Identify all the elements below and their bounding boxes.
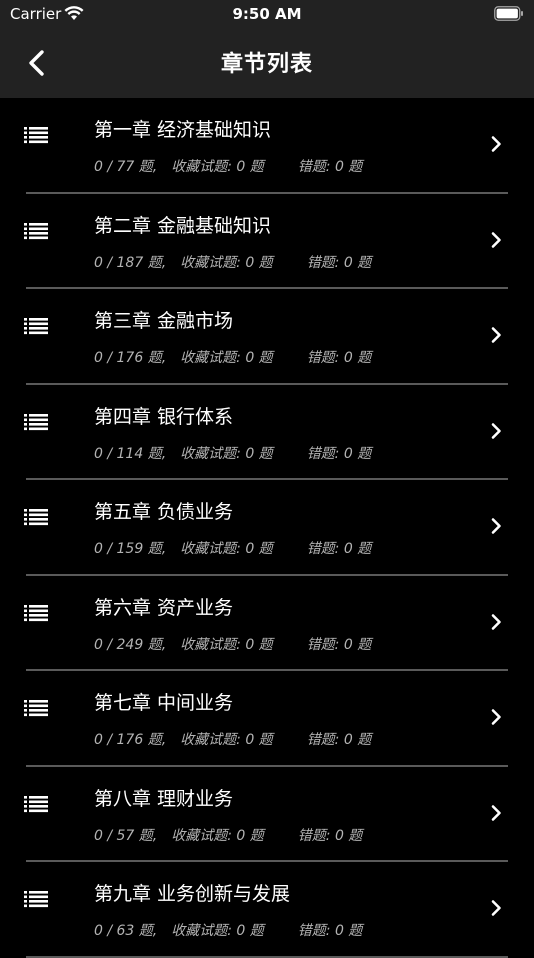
chapter-favorites: 收藏试题: 0 题 bbox=[180, 732, 273, 748]
chapter-favorites: 收藏试题: 0 题 bbox=[180, 541, 273, 557]
chapter-item-3[interactable]: 第三章 金融市场 0 / 176 题, 收藏试题: 0 题 错题: 0 题 bbox=[0, 289, 534, 385]
chapter-errors: 错题: 0 题 bbox=[306, 350, 372, 366]
list-icon bbox=[24, 413, 48, 435]
chapter-title: 第七章 中间业务 bbox=[94, 692, 234, 714]
list-icon bbox=[24, 317, 48, 339]
chapter-item-2[interactable]: 第二章 金融基础知识 0 / 187 题, 收藏试题: 0 题 错题: 0 题 bbox=[0, 194, 534, 289]
chevron-right-icon bbox=[490, 613, 502, 635]
chapter-errors: 错题: 0 题 bbox=[306, 636, 372, 653]
chapter-errors: 错题: 0 题 bbox=[297, 923, 363, 939]
list-icon bbox=[24, 890, 48, 912]
chevron-right-icon bbox=[490, 804, 502, 826]
chevron-right-icon bbox=[490, 231, 502, 253]
chapter-favorites: 收藏试题: 0 题 bbox=[171, 827, 264, 844]
chapter-title: 第四章 银行体系 bbox=[94, 405, 234, 428]
chapter-stats: 0 / 114 题, 收藏试题: 0 题 错题: 0 题 bbox=[94, 443, 371, 463]
clock-label: 9:50 AM bbox=[232, 5, 302, 23]
battery-icon bbox=[494, 6, 524, 25]
chapter-errors: 错题: 0 题 bbox=[297, 159, 363, 175]
navigation-bar: 章节列表 bbox=[0, 28, 534, 98]
chapter-errors: 错题: 0 题 bbox=[297, 827, 363, 844]
chapter-item-8[interactable]: 第八章 理财业务 0 / 57 题, 收藏试题: 0 题 错题: 0 题 bbox=[0, 767, 534, 862]
chapter-progress: 0 / 77 题, bbox=[94, 159, 158, 175]
chapter-item-5[interactable]: 第五章 负债业务 0 / 159 题, 收藏试题: 0 题 错题: 0 题 bbox=[0, 480, 534, 576]
list-icon bbox=[24, 508, 48, 530]
chapter-progress: 0 / 57 题, bbox=[94, 827, 158, 844]
list-icon bbox=[24, 699, 48, 721]
chapter-favorites: 收藏试题: 0 题 bbox=[180, 254, 273, 271]
chapter-stats: 0 / 176 题, 收藏试题: 0 题 错题: 0 题 bbox=[94, 729, 371, 749]
list-icon bbox=[24, 222, 48, 244]
chapter-progress: 0 / 176 题, bbox=[94, 350, 167, 366]
chapter-title: 第五章 负债业务 bbox=[94, 501, 234, 523]
chapter-title: 第一章 经济基础知识 bbox=[94, 119, 272, 141]
chevron-right-icon bbox=[490, 422, 502, 444]
chevron-right-icon bbox=[490, 708, 502, 730]
chapter-stats: 0 / 176 题, 收藏试题: 0 题 错题: 0 题 bbox=[94, 347, 371, 367]
chevron-right-icon bbox=[490, 517, 502, 539]
chapter-stats: 0 / 159 题, 收藏试题: 0 题 错题: 0 题 bbox=[94, 538, 371, 558]
chapter-stats: 0 / 63 题, 收藏试题: 0 题 错题: 0 题 bbox=[94, 920, 362, 940]
chapter-stats: 0 / 77 题, 收藏试题: 0 题 错题: 0 题 bbox=[94, 156, 362, 176]
chapter-title: 第九章 业务创新与发展 bbox=[94, 883, 291, 905]
chapter-errors: 错题: 0 题 bbox=[306, 445, 372, 462]
chapter-stats: 0 / 57 题, 收藏试题: 0 题 错题: 0 题 bbox=[94, 825, 362, 845]
chapter-progress: 0 / 176 题, bbox=[94, 732, 167, 748]
chapter-favorites: 收藏试题: 0 题 bbox=[180, 445, 273, 462]
chapter-errors: 错题: 0 题 bbox=[306, 541, 372, 557]
chevron-right-icon bbox=[490, 326, 502, 348]
chapter-favorites: 收藏试题: 0 题 bbox=[171, 923, 264, 939]
chapter-favorites: 收藏试题: 0 题 bbox=[171, 159, 264, 175]
chapter-errors: 错题: 0 题 bbox=[306, 732, 372, 748]
list-icon bbox=[24, 126, 48, 148]
chapter-progress: 0 / 187 题, bbox=[94, 254, 167, 271]
chevron-right-icon bbox=[490, 135, 502, 157]
chapter-list: 第一章 经济基础知识 0 / 77 题, 收藏试题: 0 题错题: 0 题 第二章… bbox=[0, 98, 534, 958]
chapter-stats: 0 / 187 题, 收藏试题: 0 题 错题: 0 题 bbox=[94, 252, 371, 272]
chapter-progress: 0 / 63 题, bbox=[94, 923, 158, 939]
chapter-favorites: 收藏试题: 0 题 bbox=[180, 636, 273, 653]
list-icon bbox=[24, 604, 48, 626]
page-title: 章节列表 bbox=[220, 52, 313, 77]
chapter-errors: 错题: 0 题 bbox=[306, 254, 372, 271]
chapter-item-1[interactable]: 第一章 经济基础知识 0 / 77 题, 收藏试题: 0 题 错题: 0 题 bbox=[0, 98, 534, 194]
chapter-progress: 0 / 114 题, bbox=[94, 445, 167, 462]
chapter-item-6[interactable]: 第六章 资产业务 0 / 249 题, 收藏试题: 0 题 错题: 0 题 bbox=[0, 576, 534, 671]
chapter-title: 第六章 资产业务 bbox=[94, 596, 234, 619]
chevron-right-icon bbox=[490, 899, 502, 921]
chapter-title: 第二章 金融基础知识 bbox=[94, 214, 272, 237]
chapter-title: 第八章 理财业务 bbox=[94, 787, 234, 810]
chapter-progress: 0 / 159 题, bbox=[94, 541, 167, 557]
chapter-title: 第三章 金融市场 bbox=[94, 310, 234, 332]
chapter-progress: 0 / 249 题, bbox=[94, 636, 167, 653]
chapter-stats: 0 / 249 题, 收藏试题: 0 题 错题: 0 题 bbox=[94, 634, 371, 654]
chapter-item-7[interactable]: 第七章 中间业务 0 / 176 题, 收藏试题: 0 题 错题: 0 题 bbox=[0, 671, 534, 767]
chapter-favorites: 收藏试题: 0 题 bbox=[180, 350, 273, 366]
chapter-item-4[interactable]: 第四章 银行体系 0 / 114 题, 收藏试题: 0 题 错题: 0 题 bbox=[0, 385, 534, 480]
row-divider bbox=[26, 955, 508, 958]
chapter-item-9[interactable]: 第九章 业务创新与发展 0 / 63 题, 收藏试题: 0 题 错题: 0 题 bbox=[0, 862, 534, 958]
status-bar: Carrier 9:50 AM bbox=[0, 0, 534, 28]
list-icon bbox=[24, 795, 48, 817]
